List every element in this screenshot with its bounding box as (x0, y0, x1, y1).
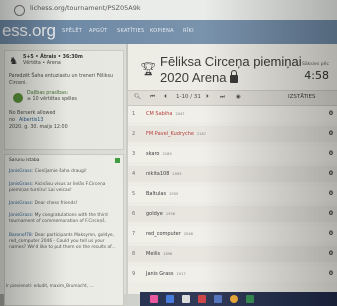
check-icon (13, 93, 23, 103)
next-page-button[interactable]: ⏵ (206, 94, 209, 101)
lock-icon (229, 70, 238, 83)
player-name[interactable]: FM Pavel_Kudryche 2187 (146, 131, 206, 137)
player-rank: 9 (132, 271, 136, 277)
taskbar-app-icon[interactable] (198, 295, 206, 303)
standings-pager: 🔍︎ ⏮ ⏴ 1-10 / 31 ⏵ ⏭ ◉ IZSTĀTIES (128, 90, 337, 106)
table-row[interactable]: 8 Meilis 1896 0 (128, 246, 337, 262)
player-rating: 1935 (169, 192, 179, 196)
player-rank: 7 (132, 231, 136, 237)
player-rating: 2187 (196, 132, 207, 136)
last-page-button[interactable]: ⏭ (220, 94, 225, 101)
tournament-speed-icon: ♞ (9, 56, 18, 67)
nav-tools[interactable]: RĪKI (183, 28, 194, 34)
taskbar-app-icon[interactable] (150, 295, 158, 303)
player-rank: 8 (132, 251, 136, 257)
my-rank-icon[interactable]: ◉ (236, 94, 241, 100)
player-rating: 2048 (183, 232, 193, 236)
player-score: 0 (328, 190, 333, 197)
chat-message: JanisGrass: Aicināsu visus ar lielās F.C… (9, 182, 106, 193)
player-score: 0 (328, 230, 333, 237)
table-row[interactable]: 4 nikita108 2095 0 (128, 166, 337, 182)
prev-page-button[interactable]: ⏴ (164, 94, 167, 101)
table-row[interactable]: 3 skaro 2189 0 (128, 146, 337, 162)
player-name[interactable]: Janis Grass 1917 (146, 271, 186, 277)
player-name[interactable]: red_computer 2048 (146, 231, 193, 237)
taskbar-app-icon[interactable] (214, 295, 222, 303)
player-name[interactable]: CM Sabiha 2047 (146, 111, 185, 117)
player-rating: 2047 (175, 112, 185, 116)
player-name[interactable]: goldye 1938 (146, 211, 175, 217)
player-rank: 6 (132, 211, 136, 217)
organizer-prefix: no (9, 118, 15, 123)
taskbar-app-icon[interactable] (230, 295, 238, 303)
site-logo[interactable]: ess.org (2, 21, 56, 41)
player-rank: 2 (132, 131, 136, 137)
nav-play[interactable]: SPĒLĒT (62, 28, 82, 34)
left-sidebar: ♞ 5+5 • Ātrais • 36:30m Vērtēta • Arena … (0, 44, 126, 306)
player-rating: 1896 (163, 252, 173, 256)
table-row[interactable]: 7 red_computer 2048 0 (128, 226, 337, 242)
player-score: 0 (328, 150, 333, 157)
nav-learn[interactable]: APGŪT (89, 28, 108, 34)
chat-message: JanisGrass: My congratulations with the … (9, 213, 108, 224)
chat-header: Sarunu istaba (9, 158, 40, 163)
search-icon[interactable]: 🔍︎ (134, 94, 141, 100)
tournament-main-panel: 🏆︎ Fēliksa Circeņa piemiņai 2020 Arena S… (128, 44, 337, 294)
lock-icon (14, 5, 25, 16)
player-rating: 1917 (176, 272, 186, 276)
first-page-button[interactable]: ⏮ (150, 94, 155, 101)
table-row[interactable]: 6 goldye 1938 0 (128, 206, 337, 222)
tournament-date: 2020. g. 30. maijs 12:00 (9, 125, 68, 130)
starts-in-label: Sāksies pēc (301, 62, 329, 67)
allowed-rule: ≥ 10 vērtētas spēles (27, 97, 77, 102)
player-name[interactable]: nikita108 2095 (146, 171, 182, 177)
player-score: 0 (328, 270, 333, 277)
player-rank: 3 (132, 151, 136, 157)
trophy-icon: 🏆︎ (140, 62, 157, 77)
player-score: 0 (328, 170, 333, 177)
taskbar-app-icon[interactable] (166, 295, 174, 303)
berserk-note: No Berserk allowed (9, 111, 56, 116)
chat-message: Baronof78: Dear participants Maksymn, go… (9, 233, 116, 250)
windows-taskbar (140, 292, 337, 306)
organizer-link[interactable]: Albertis13 (19, 118, 43, 125)
site-nav: ess.org SPĒLĒT APGŪT SKATĪTIES KOPIENA R… (0, 20, 337, 44)
browser-address-bar[interactable]: lichess.org/tournament/PSZ05A9k (0, 0, 337, 21)
leave-button[interactable]: IZSTĀTIES (288, 94, 316, 100)
player-score: 0 (328, 130, 333, 137)
nav-watch[interactable]: SKATĪTIES (117, 28, 145, 34)
tournament-subtitle: Vērtēta • Arena (23, 61, 61, 66)
page-indicator: 1-10 / 31 (176, 94, 201, 100)
taskbar-app-icon[interactable] (246, 295, 254, 303)
player-name[interactable]: Baltulas 1935 (146, 191, 178, 197)
table-row[interactable]: 2 FM Pavel_Kudryche 2187 0 (128, 126, 337, 142)
tournament-title: Fēliksa Circeņa piemiņai 2020 Arena (160, 54, 302, 85)
chat-message: JanisGrass: Dear chess friends! (9, 201, 78, 206)
tournament-description: Paredzēt Šaha entuziastu un treneri Fēli… (9, 74, 114, 86)
tournament-info-card: ♞ 5+5 • Ātrais • 36:30m Vērtēta • Arena … (4, 50, 124, 150)
player-rating: 2189 (162, 152, 172, 156)
photo-of-monitor: lichess.org/tournament/PSZ05A9k ess.org … (0, 0, 337, 306)
table-row[interactable]: 9 Janis Grass 1917 0 (128, 266, 337, 282)
taskbar-app-icon[interactable] (182, 295, 190, 303)
countdown-clock: 4:58 (304, 69, 329, 82)
player-rating: 2095 (172, 172, 182, 176)
player-name[interactable]: Meilis 1896 (146, 251, 172, 257)
url-text[interactable]: lichess.org/tournament/PSZ05A9k (30, 4, 141, 12)
player-score: 0 (328, 110, 333, 117)
player-score: 0 (328, 250, 333, 257)
chat-footer: Ir pievienoti: edudit, maxim_Brumacht, .… (6, 283, 94, 288)
nav-community[interactable]: KOPIENA (150, 28, 174, 34)
player-rank: 1 (132, 111, 136, 117)
table-row[interactable]: 5 Baltulas 1935 0 (128, 186, 337, 202)
player-name[interactable]: skaro 2189 (146, 151, 172, 157)
chat-message: JanisGrass: Cienījamie šaha draugi! (9, 169, 87, 174)
table-row[interactable]: 1 CM Sabiha 2047 0 (128, 106, 337, 122)
player-score: 0 (328, 210, 333, 217)
player-rank: 4 (132, 171, 136, 177)
player-rating: 1938 (165, 212, 175, 216)
player-rank: 5 (132, 191, 136, 197)
